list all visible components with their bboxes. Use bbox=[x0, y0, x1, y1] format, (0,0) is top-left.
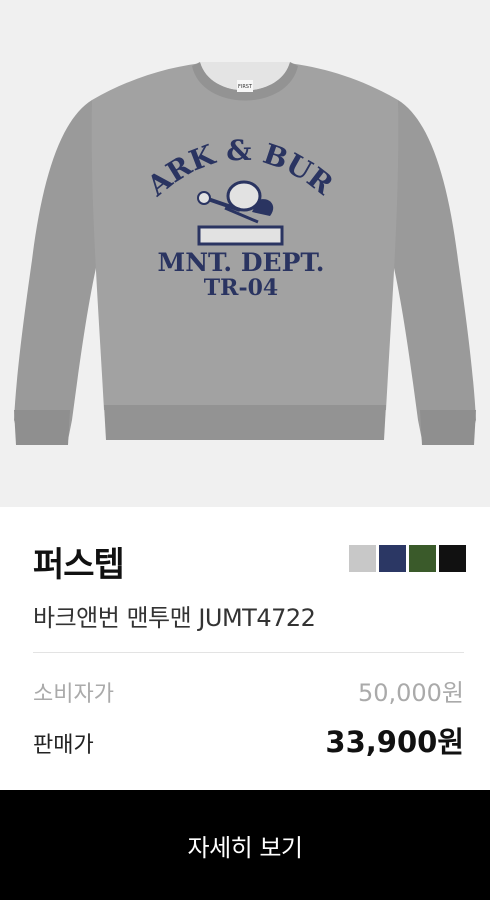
product-card: FIRST BARK & BURN MNT. DEPT. TR-04 퍼스텝 bbox=[0, 0, 490, 900]
graphic-line-2: TR-04 bbox=[204, 275, 278, 301]
hem-ribbing bbox=[104, 405, 386, 440]
swatch-black[interactable] bbox=[439, 545, 466, 572]
swatch-navy[interactable] bbox=[379, 545, 406, 572]
product-info: 퍼스텝 바크앤번 맨투맨 JUMT4722 소비자가 50,000원 판매가 3… bbox=[0, 507, 490, 790]
view-details-button[interactable]: 자세히 보기 bbox=[0, 790, 490, 900]
product-image[interactable]: FIRST BARK & BURN MNT. DEPT. TR-04 bbox=[0, 0, 490, 507]
brand-name: 퍼스텝 bbox=[33, 545, 125, 585]
left-cuff bbox=[14, 410, 70, 445]
divider bbox=[33, 652, 464, 653]
left-sleeve bbox=[14, 100, 100, 440]
retail-price-value: 50,000원 bbox=[357, 679, 464, 707]
right-cuff bbox=[420, 410, 476, 445]
right-sleeve bbox=[390, 100, 476, 440]
graphic-banner bbox=[197, 225, 284, 246]
sale-price-value: 33,900원 bbox=[325, 725, 464, 759]
sale-price-row: 판매가 33,900원 bbox=[33, 719, 464, 761]
sweatshirt-illustration: FIRST BARK & BURN MNT. DEPT. TR-04 bbox=[0, 0, 476, 445]
retail-price-label: 소비자가 bbox=[33, 682, 114, 707]
product-name: 바크앤번 맨투맨 JUMT4722 bbox=[33, 604, 316, 632]
swatch-gray[interactable] bbox=[349, 545, 376, 572]
color-swatches bbox=[349, 545, 466, 572]
graphic-line-1: MNT. DEPT. bbox=[158, 248, 325, 277]
neck-label-text: FIRST bbox=[238, 84, 253, 90]
retail-price-row: 소비자가 50,000원 bbox=[33, 673, 464, 708]
sale-price-label: 판매가 bbox=[33, 733, 94, 758]
swatch-green[interactable] bbox=[409, 545, 436, 572]
